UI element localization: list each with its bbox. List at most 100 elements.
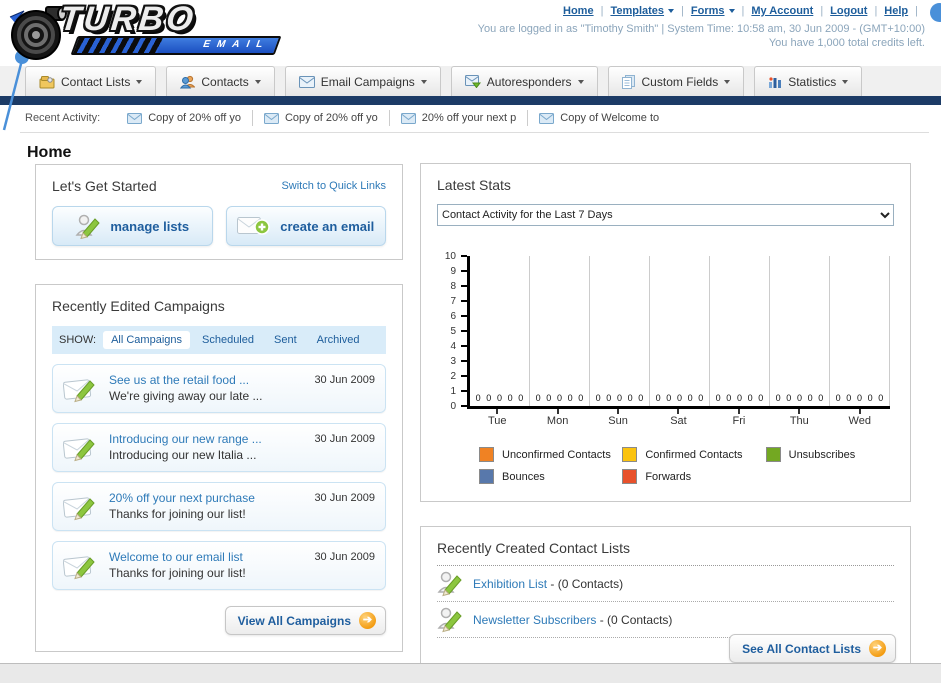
campaign-title-link[interactable]: Introducing our new range ... [109,432,309,446]
legend-item: Unsubscribes [765,447,909,462]
y-tick-label: 2 [450,371,456,382]
person-pencil-icon [437,571,462,597]
contact-list-item[interactable]: Newsletter Subscribers - (0 Contacts) [437,602,894,638]
campaign-title-link[interactable]: Welcome to our email list [109,550,309,564]
y-tick-label: 7 [450,296,456,307]
chart-day-group: 00000 [590,256,650,406]
recently-created-contact-lists-panel: Recently Created Contact Lists Exhibitio… [420,526,911,663]
data-value-label: 0 [878,393,884,403]
data-value-label: 0 [518,393,524,403]
legend-label: Confirmed Contacts [645,448,743,461]
header-link[interactable]: Templates [610,5,675,17]
x-axis-label: Thu [769,409,829,427]
contact-list-count: - (0 Contacts) [596,612,673,627]
chevron-down-icon [254,79,261,84]
data-value-label: 0 [655,393,661,403]
y-tick-label: 8 [450,281,456,292]
recent-activity-item[interactable]: 20% off your next p [388,110,528,126]
recent-activity-bar: Recent Activity: Copy of 20% off yo Copy… [0,105,941,131]
create-email-button[interactable]: create an email [225,206,386,246]
tab-email-campaigns[interactable]: Email Campaigns [284,66,441,96]
chevron-down-icon [136,79,143,84]
data-value-label: 0 [535,393,541,403]
campaign-filter[interactable]: Archived [309,331,368,349]
campaign-card[interactable]: Welcome to our email list Thanks for joi… [52,541,386,590]
data-value-label: 0 [687,393,693,403]
data-value-label: 0 [796,393,802,403]
chevron-down-icon [724,79,731,84]
turbo-email-logo: TURBO EMAIL [6,0,282,61]
page-title: Home [27,143,72,161]
contacts-icon [180,75,196,88]
stats-period-select[interactable]: Contact Activity for the Last 7 Days [437,204,894,226]
campaign-filterbar: SHOW: All Campaigns Scheduled Sent Archi… [52,326,386,354]
tab-custom-fields[interactable]: Custom Fields [607,66,745,96]
email-campaigns-icon [298,75,315,88]
header-link[interactable]: Help [884,5,908,17]
tab-statistics[interactable]: Statistics [754,66,863,96]
chart-x-axis: Tue Mon Sun Sat Fri Thu Wed [467,409,894,427]
tab-contact-lists[interactable]: Contact Lists [25,66,157,96]
recently-edited-campaigns-panel: Recently Edited Campaigns SHOW: All Camp… [35,284,403,652]
data-value-label: 0 [835,393,841,403]
campaign-date: 30 Jun 2009 [314,492,375,504]
campaign-card[interactable]: 20% off your next purchase Thanks for jo… [52,482,386,531]
legend-swatch [479,447,494,462]
logo-text: TURBO EMAIL [58,0,282,56]
chart-legend: Unconfirmed Contacts Confirmed Contacts Un… [479,447,909,484]
data-value-label: 0 [758,393,764,403]
contact-activity-chart: 10 9 8 7 6 5 4 3 2 1 0 000000000000000000000000000… [437,251,894,484]
x-axis-label: Wed [830,409,890,427]
envelope-pencil-icon [63,555,95,579]
data-value-label: 0 [698,393,704,403]
header-link[interactable]: My Account [751,5,813,17]
envelope-icon [263,112,279,124]
custom-fields-icon [621,74,635,89]
left-column: Let's Get Started Switch to Quick Links … [35,164,403,652]
campaign-filter[interactable]: Scheduled [194,331,262,349]
campaign-card[interactable]: See us at the retail food ... We're givi… [52,364,386,413]
chart-day-group: 00000 [530,256,590,406]
legend-swatch [765,447,781,462]
legend-item: Forwards [622,469,765,484]
campaign-filter[interactable]: Sent [266,331,305,349]
campaign-filter[interactable]: All Campaigns [103,331,190,349]
header-nav-item: Help [884,5,925,17]
campaign-card[interactable]: Introducing our new range ... Introducin… [52,423,386,472]
statistics-icon [769,77,782,88]
campaign-title-link[interactable]: See us at the retail food ... [109,373,309,387]
contact-list-item[interactable]: Exhibition List - (0 Contacts) [437,566,894,602]
autoresponders-icon [464,75,481,88]
arrow-right-icon: ➔ [359,612,376,629]
campaign-title-link[interactable]: 20% off your next purchase [109,491,309,505]
chart-day-group: 00000 [710,256,770,406]
contact-list-count: - (0 Contacts) [547,576,624,591]
tab-contacts[interactable]: Contacts [166,66,275,96]
header-link[interactable]: Logout [830,5,867,17]
get-started-title: Let's Get Started [52,178,157,194]
data-value-label: 0 [606,393,612,403]
see-all-contact-lists-button[interactable]: See All Contact Lists ➔ [729,634,896,663]
data-value-label: 0 [786,393,792,403]
campaign-date: 30 Jun 2009 [314,551,375,563]
header-link[interactable]: Forms [691,5,735,17]
header-nav-item: Logout [830,5,884,17]
view-all-campaigns-button[interactable]: View All Campaigns ➔ [224,606,386,635]
right-column: Latest Stats Contact Activity for the La… [420,163,911,663]
x-axis-label: Sat [648,409,708,427]
data-value-label: 0 [775,393,781,403]
tab-autoresponders[interactable]: Autoresponders [450,66,598,96]
contact-list-link[interactable]: Exhibition List [473,577,547,591]
envelope-pencil-icon [63,378,95,402]
switch-quick-links-link[interactable]: Switch to Quick Links [281,180,386,192]
contact-list-link[interactable]: Newsletter Subscribers [473,613,596,627]
recent-activity-item[interactable]: Copy of 20% off yo [116,110,252,126]
recent-activity-item[interactable]: Copy of Welcome to [527,110,670,126]
chevron-down-icon [842,79,849,84]
header-link[interactable]: Home [563,5,594,17]
legend-label: Unconfirmed Contacts [502,448,611,461]
recent-activity-item[interactable]: Copy of 20% off yo [251,110,389,126]
data-value-label: 0 [818,393,824,403]
data-value-label: 0 [616,393,622,403]
manage-lists-button[interactable]: manage lists [52,206,213,246]
